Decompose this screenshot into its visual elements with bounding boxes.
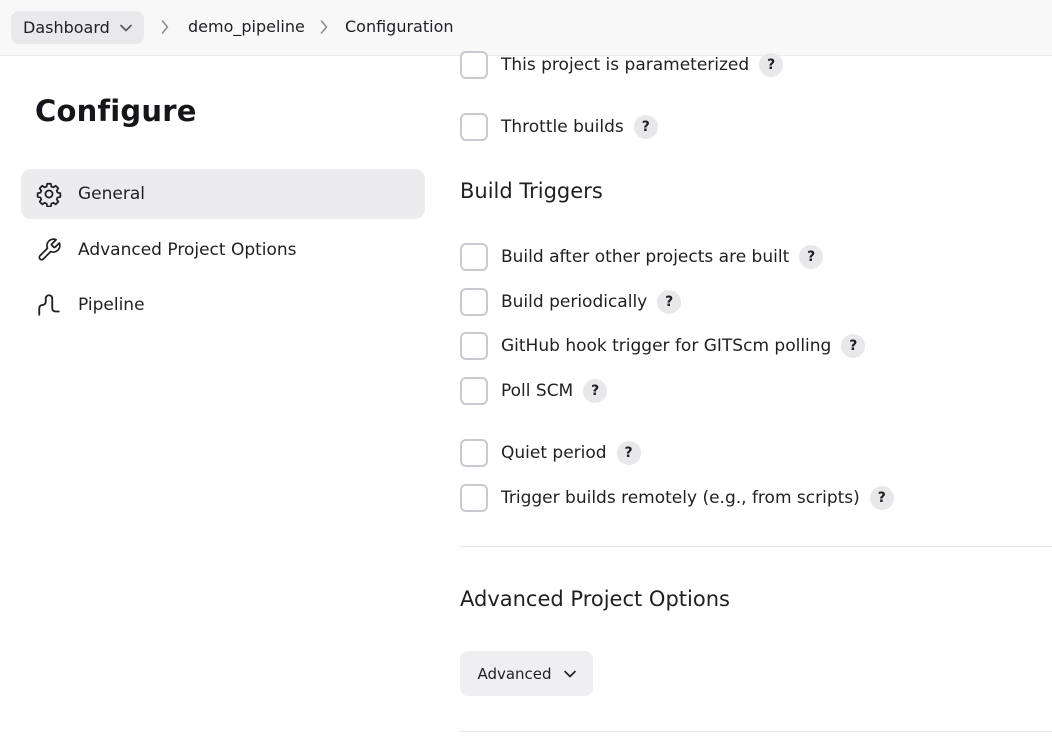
advanced-button[interactable]: Advanced	[460, 651, 593, 696]
wrench-icon	[35, 236, 63, 264]
option-parameterized: This project is parameterized ?	[460, 50, 784, 80]
parameterized-checkbox[interactable]	[460, 51, 488, 79]
checkbox-label[interactable]: This project is parameterized	[501, 55, 749, 75]
build-after-other-checkbox[interactable]	[460, 243, 488, 271]
chevron-down-icon	[563, 670, 576, 678]
breadcrumb-item-pipeline[interactable]: demo_pipeline	[188, 17, 305, 36]
trigger-github-hook: GitHub hook trigger for GITScm polling ?	[460, 331, 866, 361]
trigger-build-periodically: Build periodically ?	[460, 287, 682, 317]
section-divider	[460, 731, 1052, 732]
sidebar-item-advanced-project-options[interactable]: Advanced Project Options	[21, 225, 425, 275]
checkbox-label[interactable]: GitHub hook trigger for GITScm polling	[501, 336, 831, 356]
trigger-poll-scm: Poll SCM ?	[460, 376, 608, 406]
help-icon[interactable]: ?	[583, 379, 608, 403]
build-periodically-checkbox[interactable]	[460, 288, 488, 316]
checkbox-label[interactable]: Trigger builds remotely (e.g., from scri…	[501, 488, 860, 508]
help-icon[interactable]: ?	[869, 486, 894, 510]
throttle-builds-checkbox[interactable]	[460, 113, 488, 141]
breadcrumb-dashboard-label: Dashboard	[23, 18, 110, 37]
gear-icon	[35, 180, 63, 208]
sidebar-item-label: General	[78, 184, 145, 204]
help-icon[interactable]: ?	[616, 441, 641, 465]
page-title: Configure	[35, 94, 197, 128]
checkbox-label[interactable]: Build periodically	[501, 292, 647, 312]
checkbox-label[interactable]: Poll SCM	[501, 381, 573, 401]
trigger-build-after-other: Build after other projects are built ?	[460, 242, 824, 272]
pipeline-icon	[35, 291, 63, 319]
option-throttle-builds: Throttle builds ?	[460, 112, 658, 142]
trigger-quiet-period: Quiet period ?	[460, 438, 641, 468]
breadcrumb: Dashboard demo_pipeline Configuration	[0, 0, 1052, 56]
checkbox-label[interactable]: Throttle builds	[501, 117, 624, 137]
github-hook-checkbox[interactable]	[460, 332, 488, 360]
help-icon[interactable]: ?	[799, 245, 824, 269]
chevron-right-icon	[161, 20, 169, 34]
advanced-button-label: Advanced	[477, 664, 552, 683]
checkbox-label[interactable]: Quiet period	[501, 443, 607, 463]
sidebar-item-general[interactable]: General	[21, 169, 425, 219]
section-title-advanced-project-options: Advanced Project Options	[460, 587, 730, 611]
sidebar-item-label: Pipeline	[78, 295, 145, 315]
trigger-remotely-checkbox[interactable]	[460, 484, 488, 512]
trigger-builds-remotely: Trigger builds remotely (e.g., from scri…	[460, 483, 894, 513]
chevron-right-icon	[320, 20, 328, 34]
help-icon[interactable]: ?	[633, 115, 658, 139]
checkbox-label[interactable]: Build after other projects are built	[501, 247, 789, 267]
poll-scm-checkbox[interactable]	[460, 377, 488, 405]
sidebar-item-label: Advanced Project Options	[78, 240, 297, 260]
help-icon[interactable]: ?	[759, 53, 784, 77]
section-divider	[460, 546, 1052, 547]
section-title-build-triggers: Build Triggers	[460, 179, 603, 203]
help-icon[interactable]: ?	[841, 334, 866, 358]
chevron-down-icon[interactable]	[120, 24, 132, 32]
help-icon[interactable]: ?	[657, 290, 682, 314]
sidebar-item-pipeline[interactable]: Pipeline	[21, 280, 425, 330]
breadcrumb-dashboard[interactable]: Dashboard	[11, 11, 144, 44]
breadcrumb-item-configuration[interactable]: Configuration	[345, 17, 454, 36]
quiet-period-checkbox[interactable]	[460, 439, 488, 467]
